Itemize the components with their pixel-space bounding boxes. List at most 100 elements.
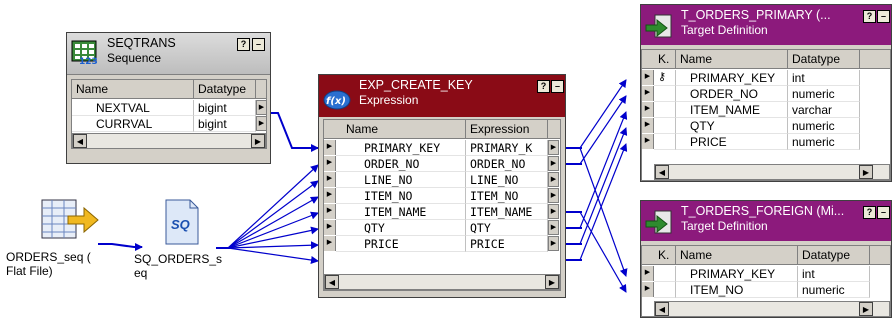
- target-column-row[interactable]: ▶ ⚷ PRIMARY_KEY int: [642, 70, 890, 86]
- port-name: ORDER_NO: [336, 156, 466, 172]
- port-row[interactable]: ▶ PRIMARY_KEY PRIMARY_K ▶: [324, 140, 560, 156]
- port-name: ITEM_NAME: [336, 204, 466, 220]
- port-row[interactable]: ▶ ORDER_NO ORDER_NO ▶: [324, 156, 560, 172]
- output-port-arrow-icon[interactable]: ▶: [548, 172, 559, 187]
- column-name: ORDER_NO: [676, 86, 788, 102]
- port-row[interactable]: ▶ LINE_NO LINE_NO ▶: [324, 172, 560, 188]
- target-primary-title: T_ORDERS_PRIMARY (...: [681, 8, 831, 22]
- input-port-arrow-icon[interactable]: ▶: [642, 118, 654, 133]
- key-icon: ⚷: [658, 71, 667, 83]
- output-port-arrow-icon[interactable]: ▶: [548, 220, 559, 235]
- target-primary-header[interactable]: T_ORDERS_PRIMARY (... Target Definition …: [641, 5, 891, 45]
- horizontal-scrollbar[interactable]: ◀ ▶: [324, 274, 560, 290]
- expression-title: EXP_CREATE_KEY: [359, 78, 473, 92]
- input-port-arrow-icon[interactable]: ▶: [642, 86, 654, 101]
- target-arrow-icon: [645, 14, 672, 38]
- input-port-arrow-icon[interactable]: ▶: [642, 102, 654, 117]
- target-primary-port-grid: K. Name Datatype ▶ ⚷ PRIMARY_KEY int ▶ ORDER_…: [641, 49, 891, 181]
- target-column-row[interactable]: ▶ ITEM_NO numeric: [642, 282, 890, 298]
- target-primary-definition[interactable]: T_ORDERS_PRIMARY (... Target Definition …: [640, 4, 892, 182]
- expression-header[interactable]: f(x) EXP_CREATE_KEY Expression ? –: [319, 75, 565, 117]
- horizontal-scrollbar[interactable]: ◀ ▶: [654, 301, 890, 316]
- seqtrans-subtitle: Sequence: [107, 51, 162, 65]
- port-name: QTY: [336, 220, 466, 236]
- horizontal-scrollbar[interactable]: ◀ ▶: [72, 133, 266, 148]
- input-port-arrow-icon[interactable]: ▶: [642, 134, 654, 149]
- port-expression: PRICE: [466, 236, 548, 252]
- output-port-arrow-icon[interactable]: ▶: [548, 188, 559, 203]
- input-port-arrow-icon[interactable]: ▶: [324, 220, 336, 235]
- scroll-left-icon[interactable]: ◀: [325, 275, 339, 289]
- target-column-row[interactable]: ▶ PRICE numeric: [642, 134, 890, 150]
- output-port-arrow-icon[interactable]: ▶: [548, 140, 559, 155]
- input-port-arrow-icon[interactable]: ▶: [642, 266, 654, 281]
- help-button[interactable]: ?: [863, 206, 876, 219]
- port-expression: QTY: [466, 220, 548, 236]
- port-expression: PRIMARY_K: [466, 140, 548, 156]
- port-row[interactable]: NEXTVAL bigint ▶: [72, 100, 266, 116]
- scroll-right-icon[interactable]: ▶: [859, 165, 873, 179]
- input-port-arrow-icon[interactable]: ▶: [324, 140, 336, 155]
- column-name: ITEM_NAME: [676, 102, 788, 118]
- target-column-row[interactable]: ▶ ORDER_NO numeric: [642, 86, 890, 102]
- port-row[interactable]: ▶ ITEM_NAME ITEM_NAME ▶: [324, 204, 560, 220]
- minimize-button[interactable]: –: [252, 38, 265, 51]
- seqtrans-title: SEQTRANS: [107, 36, 176, 50]
- svg-text:123: 123: [79, 57, 98, 65]
- port-expression: ITEM_NAME: [466, 204, 548, 220]
- column-name: PRICE: [676, 134, 788, 150]
- horizontal-scrollbar[interactable]: ◀ ▶: [654, 164, 890, 180]
- minimize-button[interactable]: –: [877, 206, 890, 219]
- port-expression: LINE_NO: [466, 172, 548, 188]
- input-port-arrow-icon[interactable]: ▶: [324, 172, 336, 187]
- help-button[interactable]: ?: [537, 80, 550, 93]
- port-row[interactable]: ▶ QTY QTY ▶: [324, 220, 560, 236]
- port-row[interactable]: CURRVAL bigint ▶: [72, 116, 266, 132]
- port-row[interactable]: ▶ ITEM_NO ITEM_NO ▶: [324, 188, 560, 204]
- output-port-arrow-icon[interactable]: ▶: [548, 204, 559, 219]
- input-port-arrow-icon[interactable]: ▶: [324, 156, 336, 171]
- port-name: ITEM_NO: [336, 188, 466, 204]
- source-definition[interactable]: ORDERS_seq ( Flat File): [6, 194, 120, 294]
- target-column-row[interactable]: ▶ PRIMARY_KEY int: [642, 266, 890, 282]
- port-name: NEXTVAL: [72, 100, 194, 116]
- minimize-button[interactable]: –: [551, 80, 564, 93]
- column-name-header: Name: [336, 120, 466, 138]
- port-row[interactable]: ▶ PRICE PRICE ▶: [324, 236, 560, 252]
- source-qualifier-label-line1: SQ_ORDERS_s: [134, 252, 223, 266]
- input-port-arrow-icon[interactable]: ▶: [324, 236, 336, 251]
- sequence-grid-icon: 123: [71, 40, 98, 65]
- source-qualifier[interactable]: SQ SQ_ORDERS_s eq: [134, 198, 242, 298]
- scroll-left-icon[interactable]: ◀: [655, 302, 669, 316]
- scroll-right-icon[interactable]: ▶: [859, 302, 873, 316]
- scroll-left-icon[interactable]: ◀: [73, 134, 87, 148]
- column-name-header: Name: [676, 50, 788, 68]
- input-port-arrow-icon[interactable]: ▶: [642, 70, 654, 85]
- output-port-arrow-icon[interactable]: ▶: [256, 100, 266, 115]
- target-foreign-title: T_ORDERS_FOREIGN (Mi...: [681, 204, 845, 218]
- scroll-right-icon[interactable]: ▶: [545, 275, 559, 289]
- help-button[interactable]: ?: [237, 38, 250, 51]
- sq-icon-text: SQ: [171, 217, 190, 232]
- seqtrans-transformation[interactable]: 123 SEQTRANS Sequence ? – Name Datatype …: [66, 32, 271, 164]
- input-port-arrow-icon[interactable]: ▶: [324, 188, 336, 203]
- column-datatype-header: Datatype: [194, 80, 256, 98]
- source-label-line2: Flat File): [6, 264, 53, 278]
- output-port-arrow-icon[interactable]: ▶: [256, 116, 266, 131]
- output-port-arrow-icon[interactable]: ▶: [548, 156, 559, 171]
- input-port-arrow-icon[interactable]: ▶: [324, 204, 336, 219]
- column-key-header: K.: [654, 50, 676, 68]
- column-name-header: Name: [676, 246, 798, 264]
- expression-transformation[interactable]: f(x) EXP_CREATE_KEY Expression ? – Name …: [318, 74, 566, 298]
- input-port-arrow-icon[interactable]: ▶: [642, 282, 654, 297]
- seqtrans-header[interactable]: 123 SEQTRANS Sequence ? –: [67, 33, 270, 75]
- minimize-button[interactable]: –: [877, 10, 890, 23]
- target-column-row[interactable]: ▶ QTY numeric: [642, 118, 890, 134]
- target-foreign-header[interactable]: T_ORDERS_FOREIGN (Mi... Target Definitio…: [641, 201, 891, 241]
- output-port-arrow-icon[interactable]: ▶: [548, 236, 559, 251]
- scroll-left-icon[interactable]: ◀: [655, 165, 669, 179]
- target-column-row[interactable]: ▶ ITEM_NAME varchar: [642, 102, 890, 118]
- target-foreign-definition[interactable]: T_ORDERS_FOREIGN (Mi... Target Definitio…: [640, 200, 892, 318]
- scroll-right-icon[interactable]: ▶: [251, 134, 265, 148]
- help-button[interactable]: ?: [863, 10, 876, 23]
